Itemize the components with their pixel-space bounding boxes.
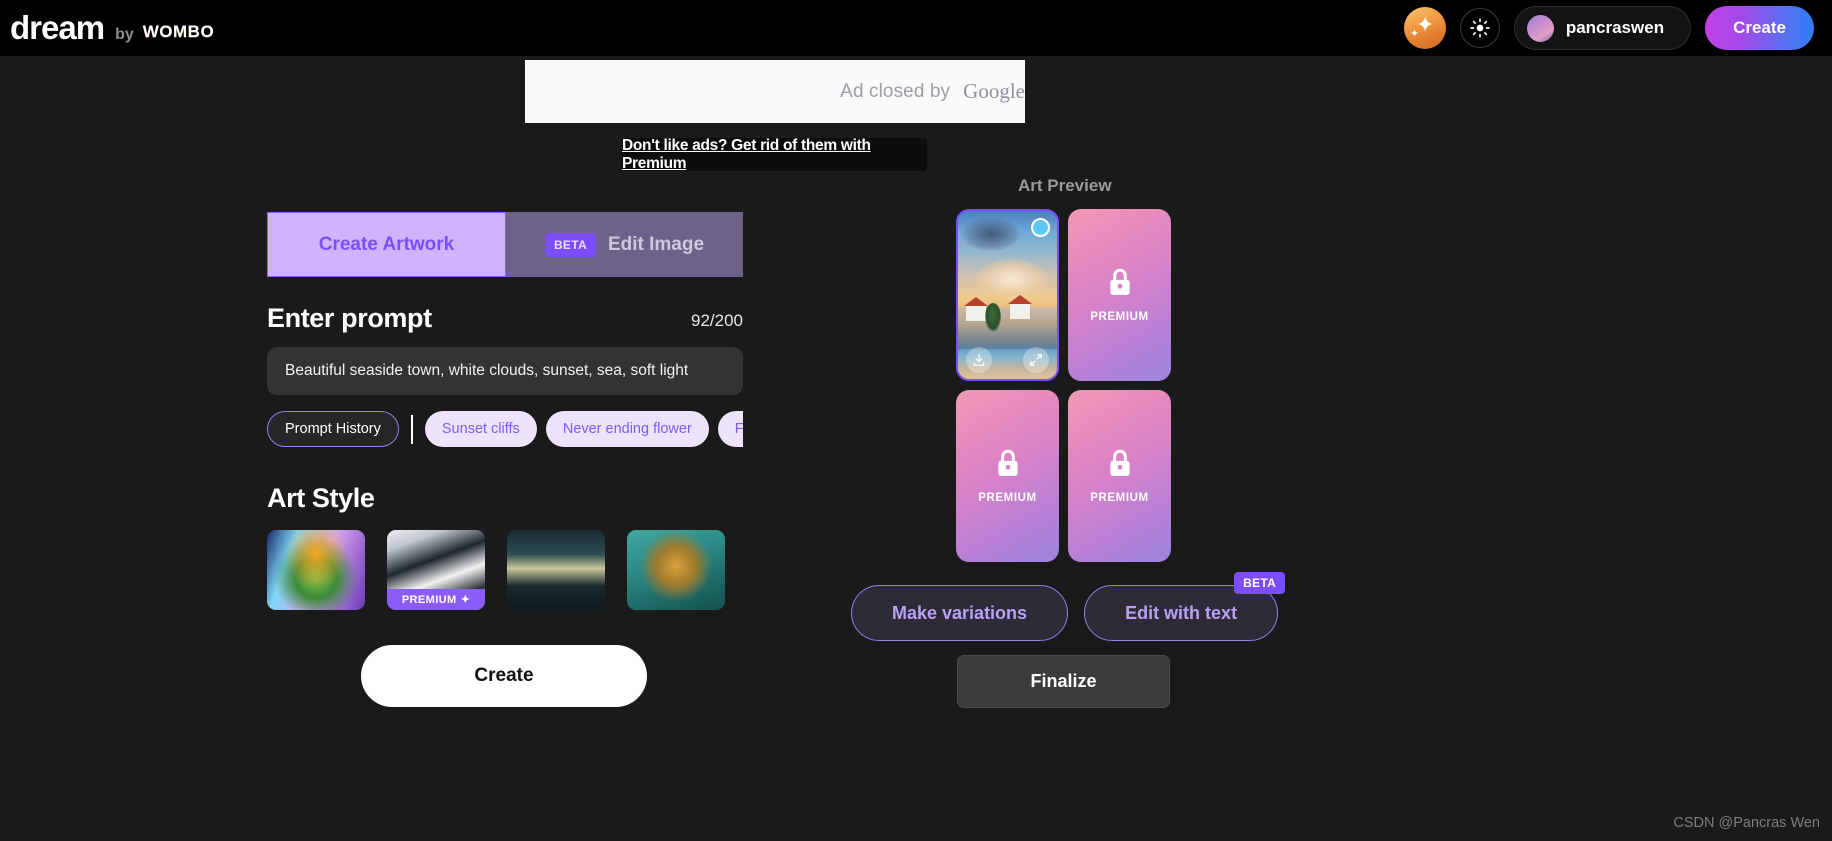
chip-suggestion-2[interactable]: Never ending flower — [545, 411, 709, 447]
username-label: pancraswen — [1565, 18, 1665, 37]
sun-brightness-icon[interactable] — [1459, 8, 1500, 48]
user-account-pill[interactable]: pancraswen — [1513, 6, 1692, 50]
house-shape — [966, 306, 986, 321]
tab-edit-image-label: Edit Image — [607, 233, 705, 255]
avatar — [1526, 14, 1554, 42]
google-wordmark: Google — [963, 79, 1025, 103]
house-shape — [1010, 304, 1030, 319]
prompt-history-button[interactable]: Prompt History — [267, 411, 399, 447]
premium-label: PREMIUM — [1090, 492, 1149, 504]
ad-banner: Ad closed by Google — [525, 60, 1025, 123]
tab-edit-image[interactable]: BETA Edit Image — [506, 212, 743, 277]
sparkle-avatar-icon[interactable] — [1403, 7, 1446, 49]
cloud-shape — [976, 259, 1048, 299]
art-style-thumb-4[interactable] — [627, 530, 725, 610]
logo-wombo-text: WOMBO — [142, 22, 215, 41]
page-title: Enter prompt — [267, 303, 432, 333]
beta-badge: BETA — [1234, 572, 1286, 594]
character-counter: 92/200 — [691, 311, 743, 330]
download-icon[interactable] — [966, 347, 992, 373]
lock-icon — [995, 448, 1021, 483]
edit-with-text-button[interactable]: Edit with text BETA — [1084, 572, 1286, 641]
chip-suggestion-1[interactable]: Sunset cliffs — [424, 411, 537, 447]
logo-by-text: by — [115, 26, 134, 43]
art-style-thumb-2[interactable]: PREMIUM ✦ — [387, 530, 485, 610]
generated-art-card[interactable] — [956, 209, 1059, 381]
make-variations-label: Make variations — [892, 602, 1028, 623]
art-preview-grid: PREMIUM PREMIUM PREMIUM — [956, 209, 1171, 562]
house-roof-shape — [1008, 295, 1032, 304]
tree-shape — [985, 303, 1001, 331]
premium-upsell-link[interactable]: Don't like ads? Get rid of them with Pre… — [622, 137, 927, 173]
premium-art-card-3[interactable]: PREMIUM — [1068, 390, 1171, 562]
chip-suggestion-1-label: Sunset cliffs — [441, 421, 520, 437]
selected-indicator-icon[interactable] — [1031, 218, 1050, 237]
mode-tabs: Create Artwork BETA Edit Image — [267, 212, 743, 277]
premium-badge-label: PREMIUM — [401, 593, 457, 606]
premium-label: PREMIUM — [1090, 311, 1149, 323]
prompt-header: Enter prompt 92/200 — [267, 303, 743, 334]
premium-art-card-1[interactable]: PREMIUM — [1068, 209, 1171, 381]
logo-dream-text: dream — [10, 9, 105, 46]
prompt-chips: Prompt History Sunset cliffs Never endin… — [267, 411, 743, 447]
tab-create-artwork[interactable]: Create Artwork — [267, 212, 506, 277]
edit-with-text-label: Edit with text — [1125, 602, 1238, 623]
premium-art-card-2[interactable]: PREMIUM — [956, 390, 1059, 562]
art-preview-title: Art Preview — [1018, 176, 1112, 195]
lock-icon — [1107, 448, 1133, 483]
creation-panel: Create Artwork BETA Edit Image Enter pro… — [267, 212, 743, 610]
beta-badge: BETA — [544, 232, 596, 257]
brand-logo[interactable]: dream by WOMBO — [10, 9, 216, 47]
lock-icon — [1107, 267, 1133, 302]
chip-suggestion-2-label: Never ending flower — [562, 421, 692, 437]
dream-wombo-app: dream by WOMBO pancraswen Create — [0, 0, 1832, 841]
art-style-thumb-1[interactable] — [267, 530, 365, 610]
art-style-title: Art Style — [267, 483, 375, 513]
sparkle-icon: ✦ — [460, 594, 471, 606]
art-style-thumb-3[interactable] — [507, 530, 605, 610]
prompt-history-label: Prompt History — [285, 421, 381, 437]
watermark: CSDN @Pancras Wen — [1673, 815, 1820, 831]
premium-label: PREMIUM — [978, 492, 1037, 504]
cloud-shape — [962, 217, 1020, 251]
tab-create-artwork-label: Create Artwork — [318, 233, 455, 255]
create-button[interactable]: Create — [361, 645, 647, 707]
make-variations-button[interactable]: Make variations — [851, 585, 1069, 641]
premium-upsell-banner[interactable]: Don't like ads? Get rid of them with Pre… — [622, 137, 927, 173]
app-header: dream by WOMBO pancraswen Create — [0, 0, 1832, 56]
chip-divider — [410, 414, 413, 444]
header-create-button[interactable]: Create — [1705, 6, 1814, 50]
house-roof-shape — [964, 297, 988, 306]
chip-suggestion-3-label: Fire and w — [734, 421, 743, 437]
finalize-button[interactable]: Finalize — [957, 655, 1170, 708]
premium-badge: PREMIUM ✦ — [387, 589, 485, 610]
chip-suggestion-3[interactable]: Fire and w — [717, 411, 743, 447]
art-style-list: PREMIUM ✦ — [267, 530, 743, 610]
ad-closed-label: Ad closed by — [840, 80, 951, 102]
prompt-input-wrapper[interactable]: Beautiful seaside town, white clouds, su… — [267, 347, 743, 395]
prompt-input[interactable]: Beautiful seaside town, white clouds, su… — [285, 362, 688, 380]
preview-actions: Make variations Edit with text BETA — [851, 572, 1286, 641]
header-actions: pancraswen Create — [1403, 6, 1814, 50]
expand-icon[interactable] — [1023, 347, 1049, 373]
